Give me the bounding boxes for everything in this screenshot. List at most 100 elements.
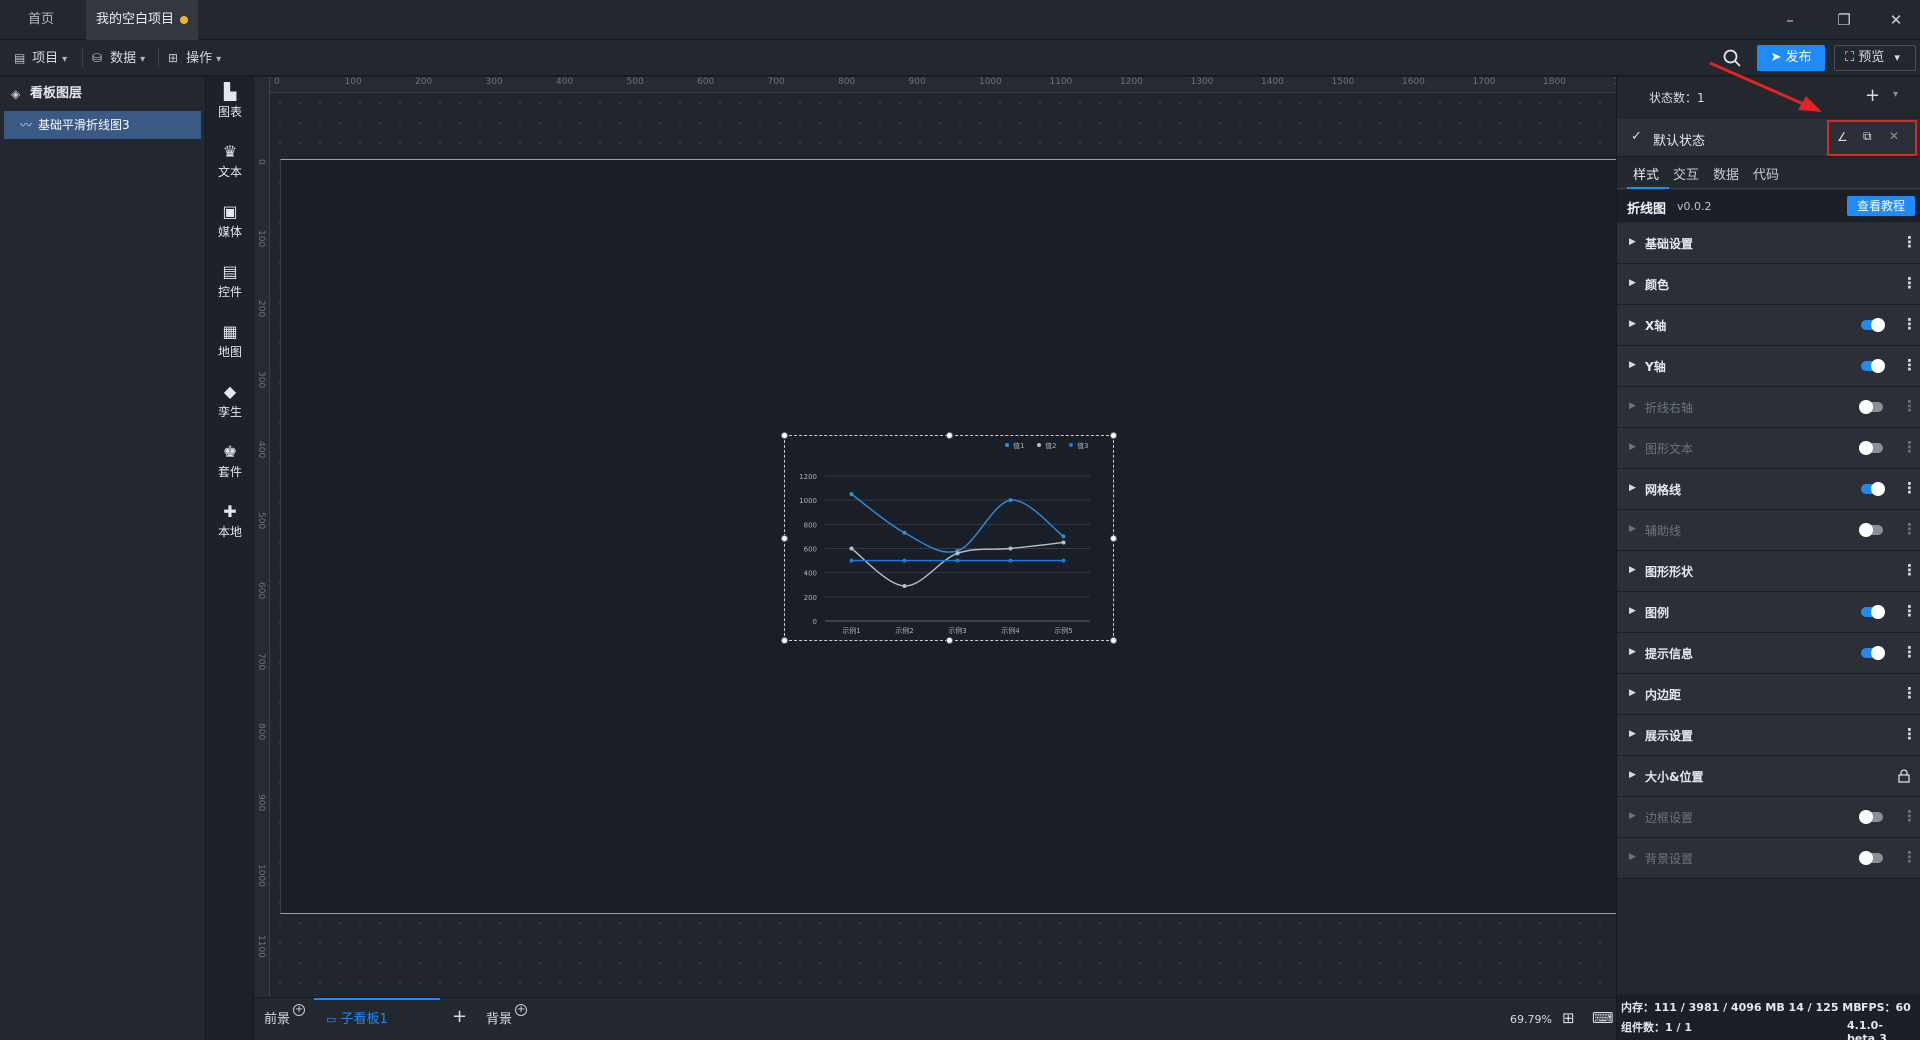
section-toggle[interactable] <box>1861 646 1885 660</box>
settings-section[interactable]: ▶ 图形文本 ⋮ <box>1617 428 1920 469</box>
lock-icon[interactable] <box>1898 769 1910 783</box>
resize-handle[interactable] <box>946 432 953 439</box>
more-options-icon[interactable]: ⋮ <box>1902 520 1917 538</box>
resize-handle[interactable] <box>946 637 953 644</box>
background-tab[interactable]: 背景+ <box>486 1004 528 1030</box>
tab-style[interactable]: 样式 <box>1633 164 1659 183</box>
section-toggle[interactable] <box>1861 605 1885 619</box>
settings-section[interactable]: ▶ 基础设置 ⋮ <box>1617 223 1920 264</box>
rail-item-kit[interactable]: ♚ 套件 <box>206 437 254 487</box>
section-toggle[interactable] <box>1859 810 1883 824</box>
send-icon: ➤ <box>1770 50 1782 65</box>
resize-handle[interactable] <box>1110 535 1117 542</box>
more-options-icon[interactable]: ⋮ <box>1902 684 1917 702</box>
resize-handle[interactable] <box>781 637 788 644</box>
line-chart-component[interactable]: 0 200 400 600 800 1000 1200 示例1 示例2 示例3 示例4 示例5 值1 值2… <box>781 432 1117 644</box>
minimize-button[interactable]: – <box>1778 8 1802 32</box>
settings-section[interactable]: ▶ 背景设置 ⋮ <box>1617 838 1920 879</box>
rail-item-charts[interactable]: ▙ 图表 <box>206 77 254 127</box>
section-toggle[interactable] <box>1859 851 1883 865</box>
settings-section[interactable]: ▶ 提示信息 ⋮ <box>1617 633 1920 674</box>
tab-interaction[interactable]: 交互 <box>1673 164 1699 183</box>
copy-icon[interactable]: ⧉ <box>1863 129 1872 144</box>
settings-section[interactable]: ▶ 颜色 ⋮ <box>1617 264 1920 305</box>
close-icon[interactable]: ✕ <box>1889 129 1899 143</box>
tab-data[interactable]: 数据 <box>1713 164 1739 183</box>
more-options-icon[interactable]: ⋮ <box>1902 561 1917 579</box>
tab-code[interactable]: 代码 <box>1753 164 1779 183</box>
settings-section[interactable]: ▶ 边框设置 ⋮ <box>1617 797 1920 838</box>
edit-icon[interactable]: ∠ <box>1837 130 1848 144</box>
rail-item-local[interactable]: ✚ 本地 <box>206 497 254 547</box>
add-board-button[interactable]: + <box>452 1007 467 1027</box>
more-options-icon[interactable]: ⋮ <box>1902 848 1917 866</box>
settings-section[interactable]: ▶ 内边距 ⋮ <box>1617 674 1920 715</box>
more-options-icon[interactable]: ⋮ <box>1902 233 1917 251</box>
settings-section[interactable]: ▶ 大小&位置 <box>1617 756 1920 797</box>
layer-item[interactable]: 〰基础平滑折线图3 <box>4 111 201 139</box>
add-circle-icon[interactable]: + <box>515 1004 528 1016</box>
restore-button[interactable]: ❐ <box>1832 8 1856 32</box>
section-toggle[interactable] <box>1859 400 1883 414</box>
settings-section[interactable]: ▶ Y轴 ⋮ <box>1617 346 1920 387</box>
more-options-icon[interactable]: ⋮ <box>1902 807 1917 825</box>
more-options-icon[interactable]: ⋮ <box>1902 274 1917 292</box>
view-tutorial-button[interactable]: 查看教程 <box>1847 196 1915 216</box>
rail-item-text[interactable]: ♛ 文本 <box>206 137 254 187</box>
tab-home[interactable]: 首页 <box>0 0 86 40</box>
publish-button[interactable]: ➤ 发布 <box>1757 45 1825 71</box>
rail-item-twin[interactable]: ◆ 孪生 <box>206 377 254 427</box>
menu-data[interactable]: ⛁ 数据 ▾ <box>92 46 145 70</box>
section-toggle[interactable] <box>1861 318 1885 332</box>
settings-section[interactable]: ▶ 展示设置 ⋮ <box>1617 715 1920 756</box>
settings-section[interactable]: ▶ 图形形状 ⋮ <box>1617 551 1920 592</box>
fit-screen-icon[interactable]: ⊞ <box>1562 1008 1575 1028</box>
section-toggle[interactable] <box>1861 482 1885 496</box>
menu-project[interactable]: ▤ 项目 ▾ <box>14 46 67 70</box>
more-options-icon[interactable]: ⋮ <box>1902 397 1917 415</box>
y-tick-label: 200 <box>804 594 817 602</box>
settings-section[interactable]: ▶ 图例 ⋮ <box>1617 592 1920 633</box>
resize-handle[interactable] <box>781 535 788 542</box>
more-options-icon[interactable]: ⋮ <box>1902 643 1917 661</box>
chevron-down-icon[interactable]: ▾ <box>1893 89 1898 100</box>
menu-operation[interactable]: ⊞ 操作 ▾ <box>168 46 221 70</box>
add-circle-icon[interactable]: + <box>293 1004 306 1016</box>
more-options-icon[interactable]: ⋮ <box>1902 725 1917 743</box>
more-options-icon[interactable]: ⋮ <box>1902 479 1917 497</box>
preview-button[interactable]: ⛶ 预览 ▾ <box>1834 45 1916 71</box>
foreground-tab[interactable]: 前景+ <box>264 1004 306 1030</box>
settings-section[interactable]: ▶ X轴 ⋮ <box>1617 305 1920 346</box>
settings-section[interactable]: ▶ 折线右轴 ⋮ <box>1617 387 1920 428</box>
more-options-icon[interactable]: ⋮ <box>1902 602 1917 620</box>
resize-handle[interactable] <box>781 432 788 439</box>
settings-section[interactable]: ▶ 辅助线 ⋮ <box>1617 510 1920 551</box>
tab-my-project[interactable]: 我的空白项目 <box>86 0 198 40</box>
more-options-icon[interactable]: ⋮ <box>1902 315 1917 333</box>
close-button[interactable]: ✕ <box>1884 8 1908 32</box>
section-toggle[interactable] <box>1861 359 1885 373</box>
dashboard-board[interactable]: 0 200 400 600 800 1000 1200 示例1 示例2 示例3 示例4 示例5 值1 值2… <box>280 159 1616 914</box>
resize-handle[interactable] <box>1110 432 1117 439</box>
legend-marker <box>1037 443 1041 447</box>
canvas-workspace[interactable]: 0 200 400 600 800 1000 1200 示例1 示例2 示例3 示例4 示例5 值1 值2… <box>270 93 1616 997</box>
rail-item-media[interactable]: ▣ 媒体 <box>206 197 254 247</box>
ruler-tick-label: 1800 <box>1543 77 1566 87</box>
resize-handle[interactable] <box>1110 637 1117 644</box>
settings-section[interactable]: ▶ 网格线 ⋮ <box>1617 469 1920 510</box>
ruler-tick-label: 1200 <box>1120 77 1143 87</box>
more-options-icon[interactable]: ⋮ <box>1902 356 1917 374</box>
keyboard-icon[interactable]: ⌨ <box>1592 1008 1614 1028</box>
default-state-row[interactable]: ✓ 默认状态 ∠ ⧉ ✕ <box>1617 117 1920 157</box>
more-options-icon[interactable]: ⋮ <box>1902 438 1917 456</box>
x-tick-label: 示例4 <box>1001 626 1020 635</box>
rail-item-map[interactable]: ▦ 地图 <box>206 317 254 367</box>
search-icon[interactable] <box>1722 48 1742 68</box>
section-toggle[interactable] <box>1859 441 1883 455</box>
rail-item-widgets[interactable]: ▤ 控件 <box>206 257 254 307</box>
board-tab[interactable]: ▭ 子看板1 <box>326 1010 388 1030</box>
ruler-tick-label: 500 <box>256 511 266 529</box>
section-toggle[interactable] <box>1859 523 1883 537</box>
add-state-button[interactable]: + <box>1865 85 1880 106</box>
zoom-level[interactable]: 69.79% <box>1510 1010 1552 1030</box>
